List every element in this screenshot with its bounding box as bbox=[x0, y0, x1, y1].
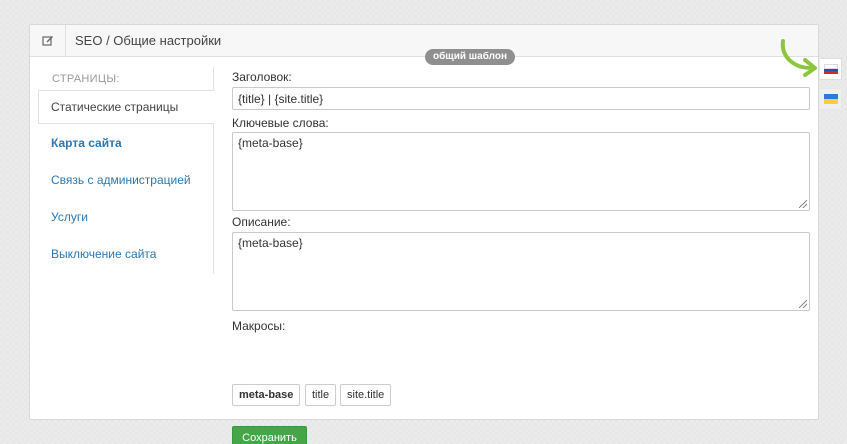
sidebar-item-site-disable[interactable]: Выключение сайта bbox=[38, 237, 215, 271]
sidebar-item-static-pages[interactable]: Статические страницы bbox=[38, 90, 215, 124]
macros-label: Макросы: bbox=[232, 319, 286, 333]
sidebar-heading: СТРАНИЦЫ: bbox=[52, 73, 120, 85]
ukrainian-flag-icon bbox=[823, 94, 838, 104]
language-tab-uk[interactable] bbox=[820, 88, 842, 110]
settings-panel: SEO / Общие настройки общий шаблон СТРАН… bbox=[29, 24, 819, 444]
keywords-textarea[interactable]: {meta-base} bbox=[232, 132, 810, 211]
hint-arrow-icon bbox=[780, 39, 817, 77]
keywords-field-wrap: {meta-base} bbox=[232, 132, 810, 211]
template-badge: общий шаблон bbox=[425, 49, 515, 65]
save-button[interactable]: Сохранить bbox=[232, 426, 307, 444]
description-label: Описание: bbox=[232, 215, 291, 229]
page-title: SEO / Общие настройки bbox=[75, 33, 222, 48]
keywords-label: Ключевые слова: bbox=[232, 116, 329, 130]
sidebar-item-contact-admin[interactable]: Связь с администрацией bbox=[38, 163, 215, 197]
description-field-wrap: {meta-base} bbox=[232, 232, 810, 311]
sidebar-item-services[interactable]: Услуги bbox=[38, 200, 215, 234]
macro-title-button[interactable]: title bbox=[305, 384, 337, 406]
macro-meta-base-button[interactable]: meta-base bbox=[232, 384, 301, 406]
sidebar-item-sitemap[interactable]: Карта сайта bbox=[38, 126, 215, 160]
russian-flag-icon bbox=[823, 64, 838, 75]
resize-grip-icon[interactable] bbox=[799, 200, 807, 208]
edit-icon[interactable] bbox=[30, 25, 66, 56]
title-label: Заголовок: bbox=[232, 70, 292, 84]
title-input[interactable] bbox=[232, 87, 810, 110]
resize-grip-icon[interactable] bbox=[799, 300, 807, 308]
sidebar: СТРАНИЦЫ: Статические страницы Карта сай… bbox=[38, 67, 215, 274]
panel-header: SEO / Общие настройки bbox=[30, 25, 818, 57]
macro-site-title-button[interactable]: site.title bbox=[340, 384, 392, 406]
description-textarea[interactable]: {meta-base} bbox=[232, 232, 810, 311]
